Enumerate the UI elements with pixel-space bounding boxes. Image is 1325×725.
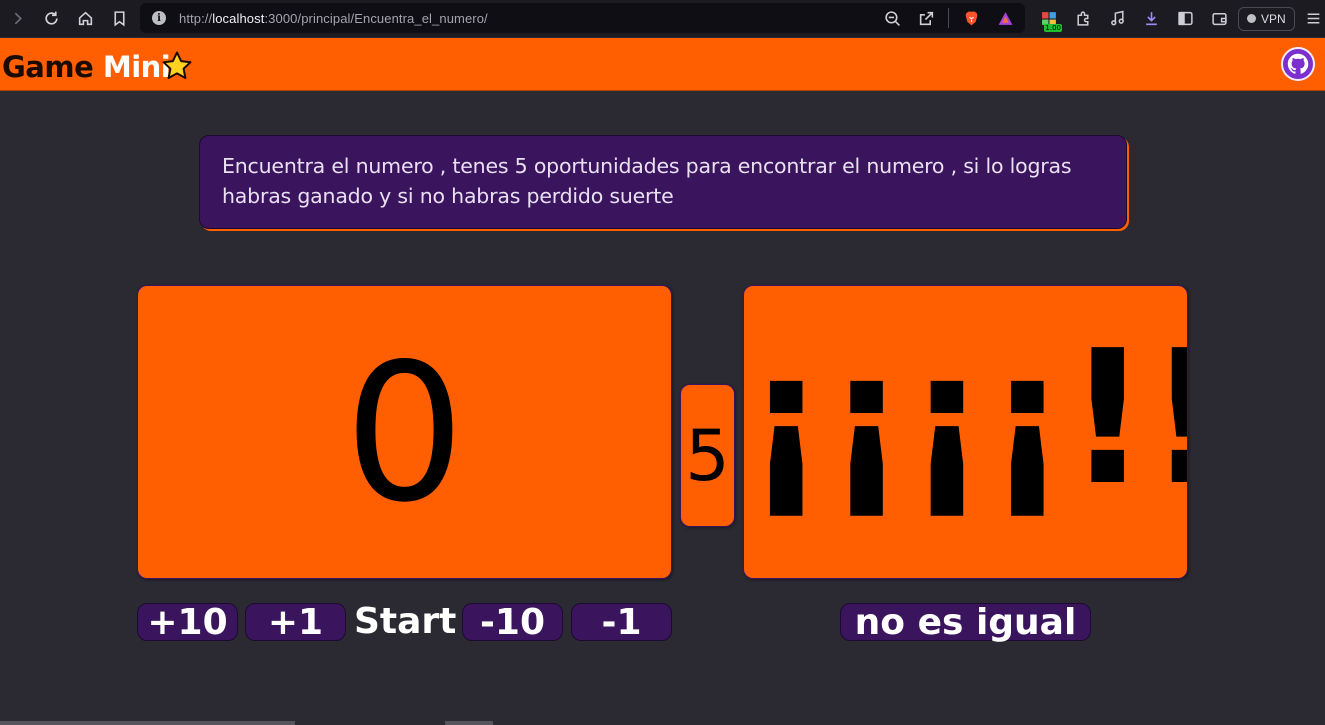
forward-button[interactable] — [0, 2, 34, 36]
url-scheme: http:// — [179, 10, 213, 26]
media-button[interactable] — [1102, 4, 1132, 34]
brave-shields-button[interactable] — [959, 6, 983, 30]
sidebar-icon — [1177, 11, 1193, 26]
github-link[interactable] — [1281, 47, 1315, 81]
start-button[interactable]: Start — [354, 603, 456, 641]
brand-title[interactable]: Game Mini — [2, 50, 171, 84]
share-button[interactable] — [914, 6, 938, 30]
hamburger-menu-icon — [1307, 13, 1320, 24]
number-panel: 0 — [137, 285, 672, 579]
star-icon — [162, 51, 192, 79]
minus-one-button[interactable]: -1 — [571, 603, 672, 642]
browser-toolbar: i http://localhost:3000/principal/Encuen… — [0, 0, 1325, 37]
bookmark-icon — [113, 11, 125, 27]
home-button[interactable] — [68, 2, 102, 36]
wallet-icon — [1211, 12, 1227, 26]
result-message: ¡¡¡¡!!! — [744, 310, 1187, 526]
brave-rewards-button[interactable] — [993, 6, 1017, 30]
downloads-button[interactable] — [1136, 4, 1166, 34]
wallet-button[interactable] — [1204, 4, 1234, 34]
zoom-out-icon — [884, 10, 900, 26]
vpn-status-icon — [1247, 14, 1256, 23]
bookmark-button[interactable] — [102, 2, 136, 36]
tries-panel: 5 — [680, 384, 735, 527]
compare-button[interactable]: no es igual — [840, 603, 1091, 642]
address-bar[interactable]: i http://localhost:3000/principal/Encuen… — [140, 3, 1025, 33]
tries-counter: 5 — [685, 414, 730, 497]
github-icon — [1287, 53, 1309, 74]
reload-button[interactable] — [34, 2, 68, 36]
zoom-button[interactable] — [880, 6, 904, 30]
horizontal-scrollbar-segment[interactable] — [445, 721, 493, 725]
share-icon — [919, 11, 933, 25]
info-icon[interactable]: i — [152, 11, 166, 25]
triangle-icon — [998, 11, 1012, 25]
menu-button[interactable] — [1299, 4, 1325, 34]
reload-icon — [44, 11, 58, 25]
url-host: localhost — [212, 10, 265, 26]
brand-title-game: Game — [2, 50, 103, 84]
instructions-box: Encuentra el numero , tenes 5 oportunida… — [199, 135, 1127, 229]
plus-one-button[interactable]: +1 — [245, 603, 346, 642]
sidebar-button[interactable] — [1170, 4, 1200, 34]
minus-ten-button[interactable]: -10 — [462, 603, 563, 642]
address-bar-actions — [880, 3, 1017, 33]
download-icon — [1145, 12, 1157, 26]
puzzle-icon — [1076, 11, 1088, 26]
divider — [948, 8, 949, 28]
extensions-button[interactable] — [1068, 4, 1098, 34]
result-panel: ¡¡¡¡!!! — [743, 285, 1188, 579]
brave-lion-icon — [965, 11, 977, 25]
extension-badge-button[interactable]: 1.00 — [1034, 4, 1064, 34]
horizontal-scrollbar[interactable] — [0, 721, 295, 725]
extension-badge: 1.00 — [1044, 23, 1062, 32]
app-header: Game Mini — [0, 38, 1325, 91]
url-text[interactable]: http://localhost:3000/principal/Encuentr… — [179, 11, 488, 26]
plus-ten-button[interactable]: +10 — [137, 603, 238, 642]
chevron-right-icon — [14, 12, 22, 25]
vpn-button[interactable]: VPN — [1238, 6, 1295, 31]
url-path: :3000/principal/Encuentra_el_numero/ — [264, 10, 488, 26]
music-icon — [1110, 10, 1124, 26]
current-number: 0 — [344, 323, 465, 544]
vpn-label: VPN — [1261, 11, 1286, 26]
toolbar-extensions: 1.00 VPN — [1034, 0, 1325, 37]
home-icon — [78, 11, 92, 26]
